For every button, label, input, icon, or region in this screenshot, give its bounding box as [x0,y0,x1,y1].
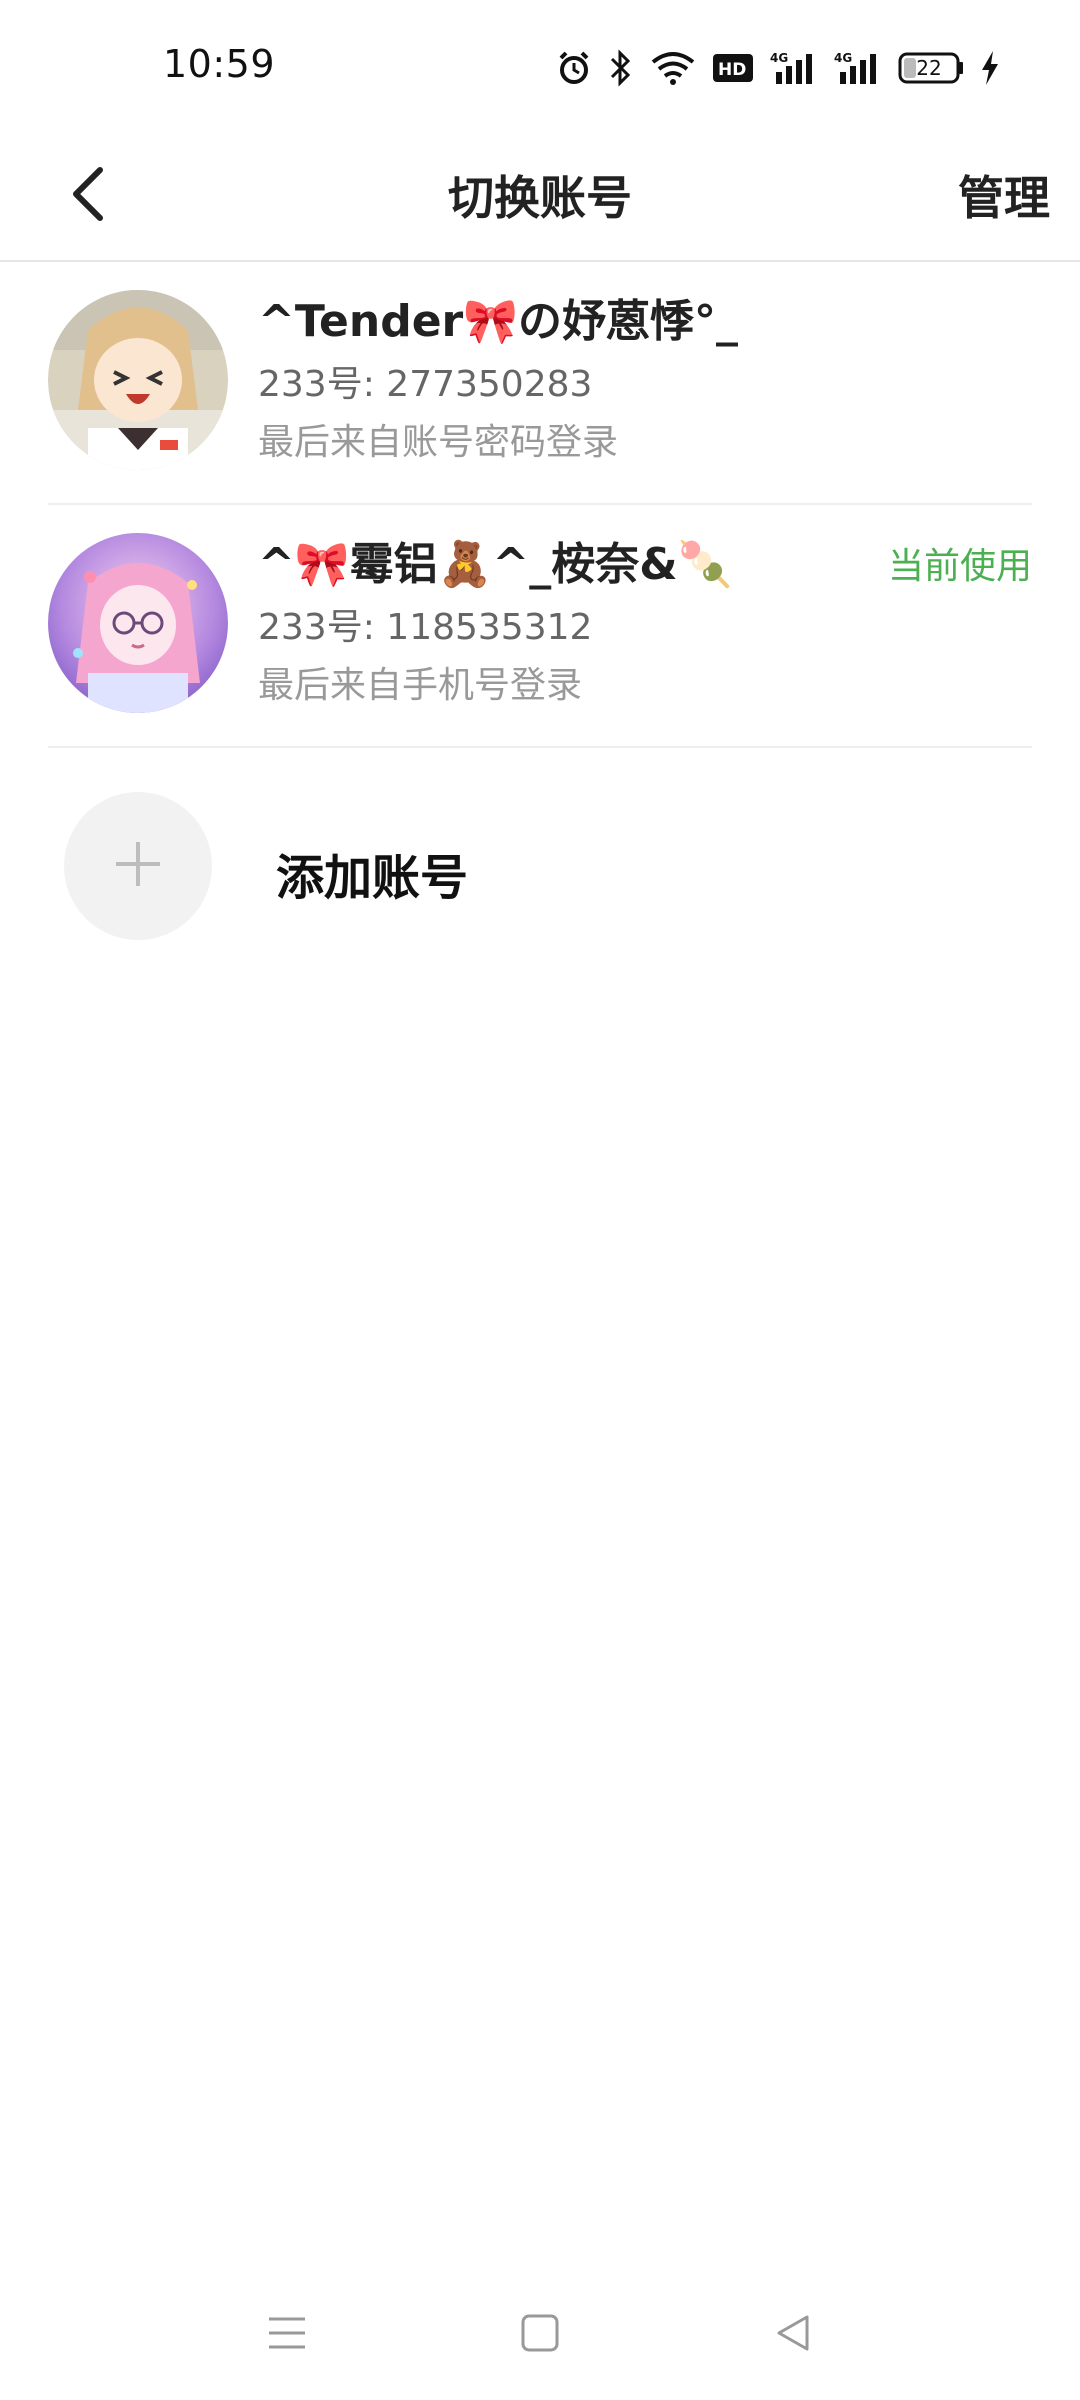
svg-text:4G: 4G [834,51,852,65]
alarm-icon [556,50,592,86]
manage-button[interactable]: 管理 [958,162,1050,228]
account-item[interactable]: ^Tender🎀の妤蒽悸°_ 233号: 277350283 最后来自账号密码登… [48,262,1032,505]
svg-text:HD: HD [718,60,746,80]
charging-icon [980,50,1000,86]
signal-4g-icon: 4G [770,50,818,86]
login-source: 最后来自账号密码登录 [258,422,619,463]
back-triangle-icon [773,2313,813,2357]
account-id: 233号: 277350283 [258,364,593,405]
status-time: 10:59 [163,42,276,86]
add-account-label: 添加账号 [276,850,469,906]
wifi-icon [650,50,696,86]
account-name: ^Tender🎀の妤蒽悸°_ [258,296,739,347]
plus-icon [112,838,164,894]
signal-4g-icon: 4G [834,50,882,86]
page-title: 切换账号 [448,171,632,225]
account-list: ^Tender🎀の妤蒽悸°_ 233号: 277350283 最后来自账号密码登… [0,262,1080,948]
avatar [48,290,228,470]
menu-button[interactable] [247,2295,327,2375]
home-button[interactable] [500,2295,580,2375]
back-nav-button[interactable] [753,2295,833,2375]
account-id: 233号: 118535312 [258,607,593,648]
battery-level: 22 [916,56,942,80]
app-header: 切换账号 管理 [0,130,1080,262]
current-account-badge: 当前使用 [887,546,1032,587]
home-square-icon [520,2313,560,2357]
svg-text:4G: 4G [770,51,788,65]
battery-icon: 22 [898,51,964,85]
menu-icon [267,2313,307,2357]
hd-icon: HD [712,53,754,83]
account-info: ^Tender🎀の妤蒽悸°_ 233号: 277350283 最后来自账号密码登… [258,292,1032,468]
account-item[interactable]: ^🎀霉铝🧸^_桉奈&🍡 233号: 118535312 最后来自手机号登录 当前… [48,505,1032,748]
avatar [48,533,228,713]
add-account-circle [64,792,212,940]
system-nav-bar [0,2270,1080,2400]
add-account-button[interactable]: 添加账号 [48,748,1032,948]
bluetooth-icon [608,49,634,87]
status-bar: 10:59 HD 4G 4G 22 [0,0,1080,130]
login-source: 最后来自手机号登录 [258,665,583,706]
status-icons: HD 4G 4G 22 [556,42,1000,94]
